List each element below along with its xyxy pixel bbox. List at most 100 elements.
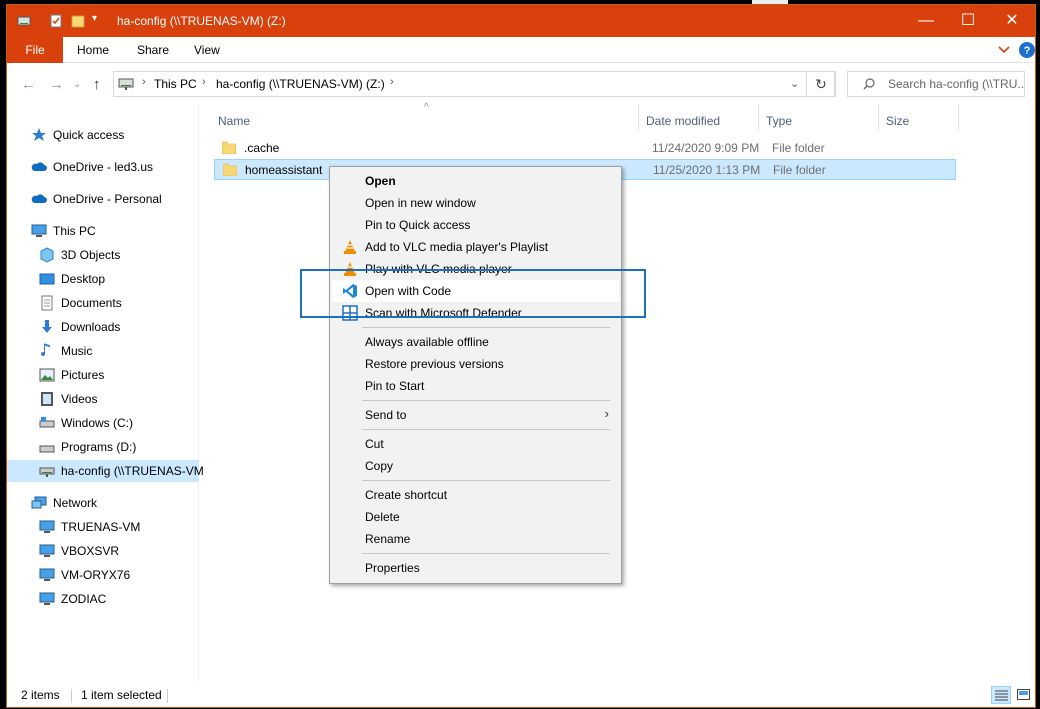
nav-item-truenas-vm[interactable]: TRUENAS-VM	[7, 516, 199, 538]
tab-file[interactable]: File	[7, 37, 63, 63]
navigation-pane[interactable]: Quick access OneDrive - led3.us OneDrive…	[7, 104, 204, 682]
chevron-down-icon[interactable]: ▾	[92, 13, 106, 27]
nav-item-desktop[interactable]: Desktop	[7, 268, 199, 290]
breadcrumb-separator[interactable]: ›	[390, 76, 394, 88]
details-view-icon	[995, 690, 1008, 701]
column-divider[interactable]	[958, 104, 959, 132]
refresh-icon: ↻	[815, 76, 827, 92]
monitor-icon	[39, 544, 55, 557]
drive-icon	[17, 16, 31, 26]
nav-item-label: Programs (D:)	[61, 440, 137, 454]
annotation-highlight-box	[300, 269, 646, 318]
context-menu: Open Open in new window Pin to Quick acc…	[329, 166, 622, 584]
tab-home[interactable]: Home	[77, 37, 109, 63]
column-divider[interactable]	[638, 104, 639, 132]
large-icons-view-button[interactable]	[1014, 686, 1034, 704]
help-icon[interactable]: ?	[1018, 41, 1036, 59]
nav-item-network[interactable]: Network	[7, 492, 199, 514]
search-icon	[863, 78, 875, 90]
search-input[interactable]: Search ha-config (\\TRU...	[847, 71, 1025, 97]
nav-item-vm-oryx76[interactable]: VM-ORYX76	[7, 564, 199, 586]
nav-item-programs-d[interactable]: Programs (D:)	[7, 436, 199, 458]
cloud-icon	[31, 194, 47, 203]
nav-item-onedrive-personal[interactable]: OneDrive - Personal	[7, 188, 199, 210]
title-bar[interactable]: ▾ ha-config (\\TRUENAS-VM) (Z:) — ☐ ✕	[7, 5, 1035, 37]
nav-item-vboxsvr[interactable]: VBOXSVR	[7, 540, 199, 562]
ribbon-tabs: File Home Share View ?	[7, 37, 1035, 63]
menu-item-properties[interactable]: Properties	[332, 557, 619, 579]
column-header-size[interactable]: Size	[886, 110, 909, 132]
nav-item-label: Pictures	[61, 368, 105, 382]
menu-item-delete[interactable]: Delete	[332, 506, 619, 528]
chevron-down-icon[interactable]: ⌄	[790, 77, 799, 90]
nav-item-label: Quick access	[53, 128, 125, 142]
minimize-button[interactable]: —	[903, 5, 949, 37]
download-icon	[42, 320, 52, 333]
column-divider[interactable]	[878, 104, 879, 132]
menu-item-vlc-playlist[interactable]: Add to VLC media player's Playlist	[332, 236, 619, 258]
menu-item-pin-quick-access[interactable]: Pin to Quick access	[332, 214, 619, 236]
menu-item-label: Pin to Quick access	[365, 218, 471, 232]
up-arrow-icon[interactable]: ↑	[93, 76, 101, 93]
menu-item-open-new-window[interactable]: Open in new window	[332, 192, 619, 214]
nav-item-label: TRUENAS-VM	[61, 520, 141, 534]
close-button[interactable]: ✕	[989, 5, 1035, 37]
menu-item-label: Add to VLC media player's Playlist	[365, 240, 549, 254]
menu-item-pin-start[interactable]: Pin to Start	[332, 375, 619, 397]
column-header-type[interactable]: Type	[766, 110, 792, 132]
nav-item-label: Desktop	[61, 272, 106, 286]
recent-chevron-icon[interactable]: ⌄	[73, 79, 81, 90]
menu-item-open[interactable]: Open	[332, 170, 619, 192]
star-icon	[32, 128, 46, 141]
menu-item-restore-versions[interactable]: Restore previous versions	[332, 353, 619, 375]
nav-item-3d-objects[interactable]: 3D Objects	[7, 244, 199, 266]
nav-item-label: VBOXSVR	[61, 544, 120, 558]
address-bar[interactable]: › This PC › ha-config (\\TRUENAS-VM) (Z:…	[113, 71, 835, 97]
nav-item-videos[interactable]: Videos	[7, 388, 199, 410]
drive-icon	[39, 417, 55, 428]
nav-item-label: OneDrive - Personal	[53, 192, 162, 206]
menu-item-copy[interactable]: Copy	[332, 455, 619, 477]
nav-item-windows-c[interactable]: Windows (C:)	[7, 412, 199, 434]
maximize-button[interactable]: ☐	[945, 5, 991, 37]
breadcrumb-this-pc[interactable]: This PC	[154, 77, 197, 91]
breadcrumb-separator[interactable]: ›	[202, 76, 206, 88]
cube-icon	[40, 247, 54, 263]
refresh-button[interactable]: ↻	[806, 71, 836, 97]
nav-item-music[interactable]: Music	[7, 340, 199, 362]
address-row: ← → ⌄ ↑ › This PC › ha-config (\\TRUENAS…	[7, 64, 1035, 104]
details-view-button[interactable]	[991, 686, 1011, 704]
tab-share[interactable]: Share	[137, 37, 169, 63]
column-header-name[interactable]: Name	[218, 110, 250, 132]
back-arrow-icon[interactable]: ←	[21, 76, 36, 93]
column-divider[interactable]	[758, 104, 759, 132]
nav-item-quick-access[interactable]: Quick access	[7, 124, 199, 146]
status-item-count: 2 items	[21, 688, 60, 702]
column-header-date[interactable]: Date modified	[646, 110, 720, 132]
status-divider	[167, 689, 168, 703]
forward-arrow-icon[interactable]: →	[49, 76, 64, 93]
menu-item-label: Properties	[365, 561, 420, 575]
properties-icon[interactable]	[49, 14, 63, 28]
table-row[interactable]: .cache 11/24/2020 9:09 PM File folder	[214, 138, 956, 159]
nav-item-zodiac[interactable]: ZODIAC	[7, 588, 199, 610]
nav-item-onedrive-led3[interactable]: OneDrive - led3.us	[7, 156, 199, 178]
nav-item-documents[interactable]: Documents	[7, 292, 199, 314]
nav-item-pictures[interactable]: Pictures	[7, 364, 199, 386]
status-bar: 2 items 1 item selected	[7, 683, 1035, 707]
breadcrumb-separator[interactable]: ›	[142, 76, 146, 88]
new-folder-icon[interactable]	[71, 14, 85, 28]
chevron-down-icon[interactable]	[997, 43, 1011, 57]
nav-item-this-pc[interactable]: This PC	[7, 220, 199, 242]
status-divider	[71, 689, 72, 703]
nav-item-downloads[interactable]: Downloads	[7, 316, 199, 338]
menu-item-available-offline[interactable]: Always available offline	[332, 331, 619, 353]
menu-item-cut[interactable]: Cut	[332, 433, 619, 455]
menu-item-rename[interactable]: Rename	[332, 528, 619, 550]
breadcrumb-ha-config[interactable]: ha-config (\\TRUENAS-VM) (Z:)	[216, 77, 385, 91]
menu-item-create-shortcut[interactable]: Create shortcut	[332, 484, 619, 506]
nav-item-ha-config[interactable]: ha-config (\\TRUENAS-VM	[7, 460, 204, 482]
file-name: .cache	[244, 141, 280, 155]
tab-view[interactable]: View	[194, 37, 220, 63]
menu-item-send-to[interactable]: Send to ›	[332, 404, 619, 426]
